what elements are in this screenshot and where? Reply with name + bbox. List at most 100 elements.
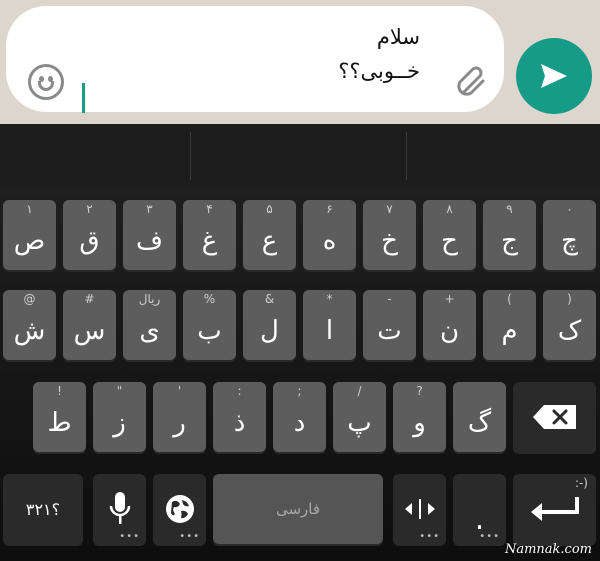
key-sin[interactable]: # س: [63, 290, 116, 360]
send-button[interactable]: [516, 38, 592, 114]
key-ghein[interactable]: ۴ غ: [183, 200, 236, 270]
symbols-key[interactable]: ؟۳۲۱: [3, 474, 83, 544]
key-hint: :: [237, 384, 242, 398]
key-hint: ۹: [506, 202, 513, 216]
backspace-key[interactable]: [513, 382, 596, 452]
key-label: پ: [347, 408, 372, 438]
language-key[interactable]: •••: [153, 474, 206, 544]
key-hint: ": [116, 384, 123, 398]
key-he-jimi[interactable]: ۸ ح: [423, 200, 476, 270]
key-label: ه: [322, 226, 337, 256]
key-label: ح: [441, 226, 458, 256]
more-dots: •••: [179, 531, 200, 542]
key-hint: !: [57, 384, 62, 398]
key-label: ط: [47, 408, 72, 438]
key-label: خ: [381, 226, 398, 256]
key-gaf[interactable]: گ: [453, 382, 506, 452]
smiley-icon[interactable]: [28, 64, 64, 100]
message-line-2: خــوبی؟؟: [338, 59, 420, 83]
key-label: ر: [173, 408, 186, 438]
key-hint: ): [567, 292, 572, 306]
key-label: ی: [139, 316, 160, 346]
key-hint: /: [357, 384, 362, 398]
globe-icon: [165, 495, 194, 523]
message-text: سلام خــوبی؟؟: [120, 20, 420, 88]
space-key[interactable]: فارسی: [213, 474, 383, 544]
key-label: ت: [377, 316, 402, 346]
key-qaf[interactable]: ۲ ق: [63, 200, 116, 270]
key-che[interactable]: ۰ چ: [543, 200, 596, 270]
enter-key[interactable]: :-): [513, 474, 596, 544]
key-label: چ: [561, 226, 578, 256]
key-khe[interactable]: ۷ خ: [363, 200, 416, 270]
key-ze[interactable]: " ز: [93, 382, 146, 452]
key-nun[interactable]: + ن: [423, 290, 476, 360]
key-vav[interactable]: ? و: [393, 382, 446, 452]
key-label: ق: [79, 226, 100, 256]
key-hint: ۲: [86, 202, 93, 216]
key-label: ص: [13, 226, 46, 256]
key-hint: ۷: [386, 202, 393, 216]
key-label: ن: [439, 316, 460, 346]
key-zal[interactable]: : ذ: [213, 382, 266, 452]
suggestion-divider: [406, 132, 407, 180]
key-hint: *: [326, 292, 333, 306]
key-hint: ۵: [266, 202, 273, 216]
key-hint: @: [23, 292, 36, 306]
key-hint: ۶: [326, 202, 333, 216]
key-label: د: [293, 408, 306, 438]
key-pe[interactable]: / پ: [333, 382, 386, 452]
more-dots: •••: [419, 531, 440, 542]
suggestion-bar: [0, 124, 600, 188]
space-label: فارسی: [275, 500, 321, 518]
key-hint: ': [177, 384, 182, 398]
key-hint: ?: [416, 384, 423, 398]
key-ye[interactable]: ریال ی: [123, 290, 176, 360]
key-hint: ۳: [146, 202, 153, 216]
key-label: غ: [201, 226, 218, 256]
microphone-icon: [109, 492, 130, 524]
key-ein[interactable]: ۵ ع: [243, 200, 296, 270]
key-hint: (: [507, 292, 512, 306]
key-label: ش: [13, 316, 46, 346]
backspace-icon: [532, 405, 576, 429]
watermark: Namnak.com: [504, 542, 592, 557]
key-jim[interactable]: ۹ ج: [483, 200, 536, 270]
key-ta[interactable]: ! ط: [33, 382, 86, 452]
key-hint: ۸: [446, 202, 453, 216]
key-te[interactable]: - ت: [363, 290, 416, 360]
key-mim[interactable]: ( م: [483, 290, 536, 360]
text-cursor: [82, 83, 85, 113]
key-kaf[interactable]: ) ک: [543, 290, 596, 360]
key-label: س: [73, 316, 106, 346]
more-dots: •••: [479, 531, 500, 542]
key-label: ع: [261, 226, 278, 256]
more-dots: •••: [119, 531, 140, 542]
voice-input-key[interactable]: •••: [93, 474, 146, 544]
key-hint: &: [264, 292, 275, 306]
cursor-move-icon: [404, 499, 435, 519]
key-alef[interactable]: * ا: [303, 290, 356, 360]
key-hint: #: [84, 292, 95, 306]
key-hint: ۴: [206, 202, 213, 216]
key-sad[interactable]: ۱ ص: [3, 200, 56, 270]
key-dal[interactable]: ; د: [273, 382, 326, 452]
key-label: و: [413, 408, 426, 438]
period-key[interactable]: . •••: [453, 474, 506, 544]
key-label: گ: [467, 408, 492, 438]
key-fe[interactable]: ۳ ف: [123, 200, 176, 270]
paperclip-icon[interactable]: [452, 62, 492, 102]
key-he[interactable]: ۶ ه: [303, 200, 356, 270]
key-be[interactable]: % ب: [183, 290, 236, 360]
key-hint: ریال: [138, 292, 161, 306]
key-label: ذ: [233, 408, 246, 438]
message-input-field[interactable]: سلام خــوبی؟؟: [6, 6, 504, 113]
key-shin[interactable]: @ ش: [3, 290, 56, 360]
cursor-move-key[interactable]: •••: [393, 474, 446, 544]
symbols-label: ؟۳۲۱: [25, 499, 61, 519]
key-lam[interactable]: & ل: [243, 290, 296, 360]
key-re[interactable]: ' ر: [153, 382, 206, 452]
send-arrow-icon: [541, 64, 567, 88]
key-label: م: [501, 316, 518, 346]
suggestion-divider: [190, 132, 191, 180]
